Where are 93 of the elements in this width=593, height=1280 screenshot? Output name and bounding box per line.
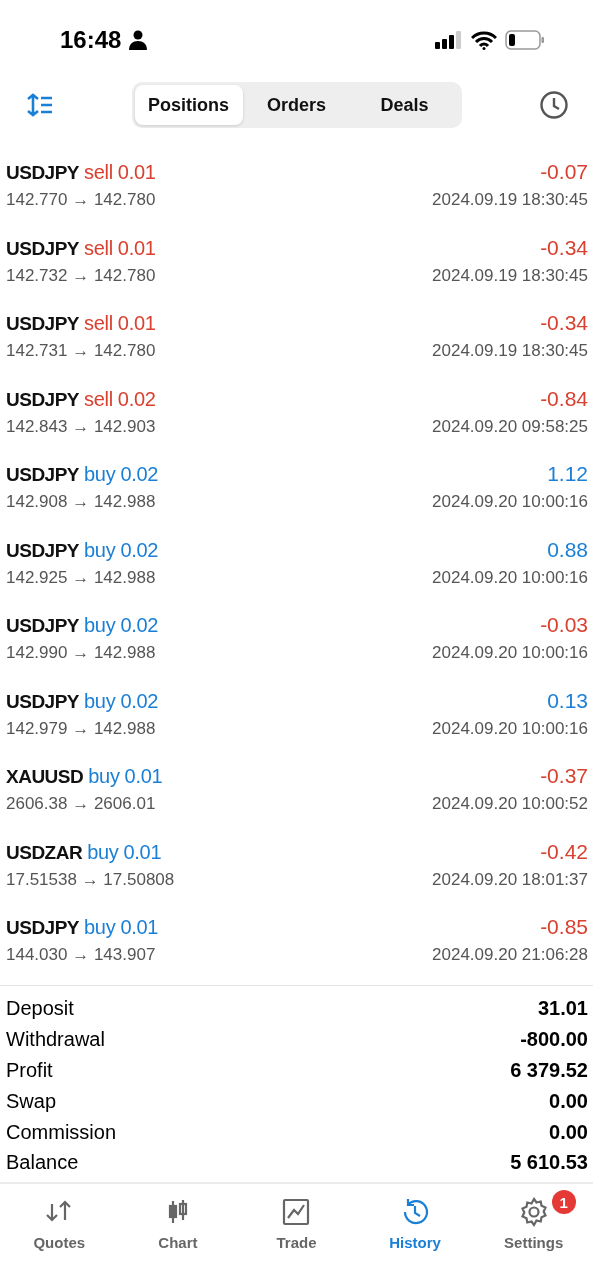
summary-label: Withdrawal [6, 1028, 105, 1052]
deal-volume: 0.02 [120, 463, 159, 486]
deal-side: sell [84, 161, 113, 184]
deal-volume: 0.01 [117, 161, 156, 184]
deal-prices: 142.732 → 142.780 [6, 265, 156, 286]
deal-profit: 0.13 [547, 688, 588, 713]
deal-side: buy [88, 765, 120, 788]
deal-symbol: USDJPY [6, 690, 80, 713]
deal-time: 2024.09.20 10:00:52 [432, 794, 588, 814]
deal-prices: 142.908 → 142.988 [6, 492, 156, 512]
deal-profit: -0.03 [540, 613, 588, 637]
deal-profit: -0.42 [540, 839, 588, 864]
deal-side: sell [84, 236, 113, 260]
deal-time: 2024.09.19 18:30:45 [432, 190, 588, 210]
deal-symbol: USDJPY [6, 539, 80, 562]
deal-symbol: USDJPY [6, 615, 80, 637]
deal-time: 2024.09.20 21:06:28 [432, 945, 588, 965]
deal-prices: 142.979 → 142.988 [6, 718, 156, 739]
deal-side: sell [84, 312, 113, 335]
deal-time: 2024.09.20 10:00:16 [432, 718, 588, 739]
deal-profit: -0.34 [540, 235, 588, 260]
deal-volume: 0.01 [117, 312, 156, 335]
deal-side: buy [84, 614, 116, 637]
wifi-icon [471, 30, 497, 50]
person-icon [129, 30, 148, 50]
deal-prices: 142.990 → 142.988 [6, 643, 156, 663]
deal-symbol: USDZAR [6, 841, 83, 864]
deal-volume: 0.02 [120, 538, 159, 562]
battery-icon [505, 30, 545, 50]
deal-prices: 2606.38 → 2606.01 [6, 794, 156, 814]
segment-tab[interactable]: Positions [134, 85, 243, 125]
deal-volume: 0.01 [123, 840, 162, 864]
deal-side: buy [87, 840, 119, 864]
deal-volume: 0.02 [120, 689, 159, 713]
clock-icon[interactable] [539, 90, 569, 120]
summary-value: 5 610.53 [510, 1151, 588, 1175]
deal-volume: 0.01 [124, 765, 163, 788]
segment-tab[interactable]: Orders [242, 85, 351, 125]
nav-tab[interactable]: Quotes [9, 1196, 110, 1251]
deal-profit: -0.84 [540, 386, 588, 411]
deal-time: 2024.09.20 10:00:16 [432, 567, 588, 588]
summary-label: Profit [6, 1059, 53, 1082]
signal-icon [435, 31, 463, 49]
summary-label: Commission [6, 1120, 117, 1144]
deal-symbol: USDJPY [6, 388, 80, 411]
notification-badge: 1 [551, 1190, 576, 1214]
summary-value: 0.00 [549, 1120, 588, 1144]
deal-side: buy [84, 689, 116, 713]
deal-time: 2024.09.20 10:00:16 [432, 643, 588, 663]
deal-profit: -0.85 [540, 915, 588, 939]
deal-profit: -0.37 [540, 764, 588, 788]
deal-time: 2024.09.19 18:30:45 [432, 265, 588, 286]
summary-label: Swap [6, 1089, 57, 1113]
deal-prices: 142.925 → 142.988 [6, 567, 156, 588]
deal-time: 2024.09.20 10:00:16 [432, 492, 588, 512]
deal-volume: 0.01 [117, 236, 156, 260]
deal-symbol: USDJPY [6, 162, 80, 184]
summary-value: 31.01 [537, 997, 588, 1021]
deal-time: 2024.09.20 18:01:37 [432, 869, 588, 890]
summary-value: -800.00 [520, 1028, 588, 1052]
summary-value: 6 379.52 [510, 1059, 588, 1082]
deal-side: buy [84, 463, 116, 486]
deal-profit: -0.34 [540, 311, 588, 335]
deal-symbol: USDJPY [6, 464, 80, 486]
deal-prices: 142.770 → 142.780 [6, 190, 156, 210]
segment-tab[interactable]: Deals [350, 85, 459, 125]
nav-tab[interactable]: Chart [127, 1196, 228, 1251]
deal-symbol: USDJPY [6, 237, 80, 260]
deal-profit: -0.07 [540, 160, 588, 184]
status-time: 16:48 [60, 26, 122, 54]
sort-icon[interactable] [26, 93, 54, 117]
deal-prices: 142.731 → 142.780 [6, 341, 156, 361]
deal-prices: 17.51538 → 17.50808 [6, 869, 175, 890]
deal-side: sell [84, 387, 113, 411]
nav-tab[interactable]: Trade [246, 1196, 347, 1251]
deal-profit: 0.88 [547, 537, 588, 562]
summary-value: 0.00 [549, 1089, 588, 1113]
deal-symbol: XAUUSD [6, 766, 84, 788]
deal-symbol: USDJPY [6, 917, 80, 939]
deal-prices: 144.030 → 143.907 [6, 945, 156, 965]
deal-volume: 0.02 [117, 387, 156, 411]
deal-prices: 142.843 → 142.903 [6, 416, 156, 437]
summary-label: Deposit [6, 997, 74, 1021]
deal-time: 2024.09.19 18:30:45 [432, 341, 588, 361]
deal-side: buy [84, 538, 116, 562]
deal-symbol: USDJPY [6, 313, 80, 335]
deal-profit: 1.12 [547, 462, 588, 486]
deal-time: 2024.09.20 09:58:25 [432, 416, 588, 437]
nav-tab[interactable]: History [365, 1196, 466, 1251]
deal-volume: 0.01 [120, 916, 159, 939]
deal-volume: 0.02 [120, 614, 159, 637]
deal-side: buy [84, 916, 116, 939]
summary-label: Balance [6, 1151, 79, 1175]
